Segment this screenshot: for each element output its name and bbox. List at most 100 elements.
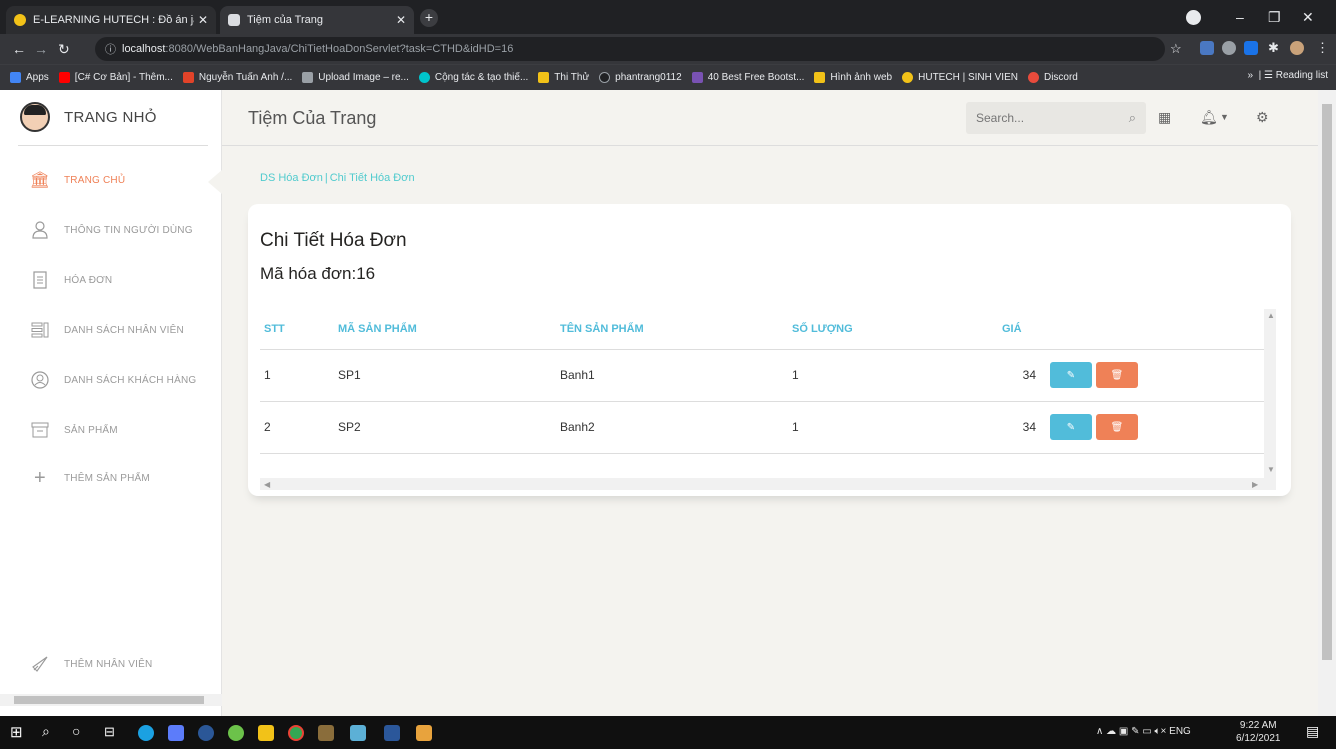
chrome-icon[interactable] (288, 725, 304, 741)
window-close-icon[interactable]: ✕ (1302, 0, 1314, 34)
browser-tab-tiem-cua-trang[interactable]: Tiệm của Trang ✕ (220, 6, 414, 34)
search-icon[interactable]: ⌕ (1129, 110, 1136, 126)
pen-icon[interactable]: ✎ (1131, 726, 1139, 737)
gear-icon[interactable]: ⚙︎ (1256, 109, 1269, 126)
scrollbar-thumb[interactable] (1322, 104, 1332, 660)
bookmark-item[interactable]: phantrang0112 (599, 72, 682, 83)
bookmark-item[interactable]: Nguyễn Tuấn Anh /... (182, 72, 292, 83)
camera-extension-icon[interactable] (1222, 41, 1236, 55)
edge-icon[interactable] (138, 725, 154, 741)
delete-button[interactable]: 🗑︎ (1096, 362, 1138, 388)
onedrive-icon[interactable]: ☁ (1106, 726, 1116, 737)
sidebar-item-thong-tin-nguoi-dung[interactable]: THÔNG TIN NGƯỜI DÙNG (30, 220, 193, 240)
close-icon[interactable]: ✕ (396, 13, 406, 27)
scroll-down-icon[interactable]: ▼ (1267, 465, 1275, 474)
bookmark-item[interactable]: HUTECH | SINH VIEN (902, 72, 1018, 83)
bookmark-star-icon[interactable]: ☆ (1170, 40, 1182, 58)
edit-button[interactable]: ✎ (1050, 362, 1092, 388)
reading-list-button[interactable]: » | ☰ Reading list (1247, 70, 1328, 81)
forward-icon[interactable]: → (34, 40, 48, 58)
search-box[interactable]: ⌕ (966, 102, 1146, 134)
plus-icon: + (34, 466, 46, 489)
puzzle-extensions-icon[interactable]: ✱ (1268, 41, 1282, 55)
scroll-left-icon[interactable]: ◀ (264, 480, 270, 489)
bookmark-item[interactable]: [C# Cơ Bản] - Thêm... (58, 72, 173, 83)
clock[interactable]: 9:22 AM 6/12/2021 (1236, 719, 1281, 745)
rocket-icon (30, 654, 50, 674)
battery-icon[interactable]: ▭ (1142, 726, 1151, 737)
sidebar-item-them-san-pham[interactable]: + THÊM SẢN PHẨM (30, 466, 150, 489)
sidebar-item-san-pham[interactable]: SẢN PHẨM (30, 420, 118, 440)
windows-start-icon[interactable]: ⊞ (10, 723, 26, 741)
caret-down-icon[interactable]: ▼ (1220, 112, 1229, 122)
search-icon[interactable]: ⌕ (42, 723, 58, 739)
scroll-up-icon[interactable]: ▲ (1267, 311, 1275, 320)
bookmark-apps[interactable]: Apps (10, 72, 49, 83)
restore-icon[interactable]: ❐ (1268, 0, 1281, 34)
app-icon[interactable] (198, 725, 214, 741)
scrollbar-thumb[interactable] (14, 696, 204, 704)
page-vertical-scrollbar[interactable] (1318, 90, 1336, 716)
delete-button[interactable]: 🗑︎ (1096, 414, 1138, 440)
bootstrap-icon (691, 72, 703, 83)
bookmark-item[interactable]: Discord (1027, 72, 1078, 83)
language-indicator[interactable]: ENG (1169, 726, 1191, 737)
minimize-icon[interactable]: – (1236, 0, 1244, 34)
profile-icon[interactable] (1186, 10, 1201, 25)
upload-icon (302, 72, 314, 83)
scroll-right-icon[interactable]: ▶ (1252, 480, 1258, 489)
task-view-icon[interactable]: ⊟ (104, 724, 120, 740)
table-vertical-scrollbar[interactable]: ▲ ▼ (1264, 309, 1276, 478)
breadcrumb-link-ds-hoa-don[interactable]: DS Hóa Đơn (260, 172, 323, 184)
back-icon[interactable]: ← (12, 40, 26, 58)
new-tab-button[interactable]: + (420, 9, 438, 27)
sidebar-item-danh-sach-khach-hang[interactable]: DANH SÁCH KHÁCH HÀNG (30, 370, 196, 390)
sidebar-item-danh-sach-nhan-vien[interactable]: DANH SÁCH NHÂN VIÊN (30, 320, 184, 340)
extension-icon[interactable] (1244, 41, 1258, 55)
table-row: 2 SP2 Banh2 1 34 ✎ 🗑︎ (260, 401, 1264, 454)
display-icon[interactable]: ▣ (1119, 726, 1128, 737)
browser-menu-icon[interactable]: ⋮ (1316, 41, 1330, 55)
app-icon[interactable] (416, 725, 432, 741)
search-input[interactable] (976, 111, 1106, 125)
snipping-tool-icon[interactable] (350, 725, 366, 741)
reload-icon[interactable]: ↻ (58, 40, 70, 58)
chevron-up-icon[interactable]: ∧ (1096, 726, 1103, 737)
sidebar-item-hoa-don[interactable]: HÓA ĐƠN (30, 270, 112, 290)
card-title: Chi Tiết Hóa Đơn (260, 230, 407, 251)
sidebar-item-them-nhan-vien[interactable]: THÊM NHÂN VIÊN (30, 654, 152, 674)
bookmark-item[interactable]: Thi Thử (538, 72, 589, 83)
extension-icon[interactable] (1200, 41, 1214, 55)
bookmark-item[interactable]: 40 Best Free Bootst... (691, 72, 804, 83)
bookmark-item[interactable]: Cộng tác & tạo thiế... (418, 72, 528, 83)
app-icon[interactable] (168, 725, 184, 741)
breadcrumb-current[interactable]: Chi Tiết Hóa Đơn (330, 172, 415, 184)
sidebar-item-label: THÊM NHÂN VIÊN (64, 658, 153, 670)
cortana-icon[interactable]: ○ (72, 723, 88, 739)
close-icon[interactable]: ✕ (198, 13, 208, 27)
site-info-icon[interactable]: ⓘ (105, 41, 116, 57)
file-explorer-icon[interactable] (258, 725, 274, 741)
address-bar-row: ← → ↻ ⓘ localhost :8080/WebBanHangJava/C… (0, 34, 1336, 64)
notifications-icon[interactable]: ▤ (1306, 723, 1322, 739)
url-field[interactable]: ⓘ localhost :8080/WebBanHangJava/ChiTiet… (95, 37, 1165, 61)
bank-icon: 🏛︎ (29, 172, 51, 189)
edit-button[interactable]: ✎ (1050, 414, 1092, 440)
sidebar-item-trang-chu[interactable]: 🏛︎ TRANG CHỦ (30, 170, 125, 190)
github-icon (599, 72, 611, 83)
bell-icon[interactable]: 🔔︎ (1200, 109, 1218, 126)
bookmark-item[interactable]: Upload Image – re... (302, 72, 409, 83)
account-avatar-icon[interactable] (1290, 41, 1304, 55)
app-icon[interactable] (318, 725, 334, 741)
sidebar-horizontal-scrollbar[interactable] (0, 694, 222, 706)
table-horizontal-scrollbar[interactable]: ◀ ▶ (260, 478, 1276, 490)
brand[interactable]: TRANG NHỎ (20, 102, 157, 132)
hutech-favicon-icon (14, 14, 26, 26)
grid-icon[interactable]: ▦ (1158, 109, 1171, 126)
browser-tab-elearning[interactable]: E-LEARNING HUTECH : Đồ án java ✕ (6, 6, 216, 34)
bookmark-item[interactable]: Hình ảnh web (814, 72, 892, 83)
breadcrumb-separator: | (324, 172, 328, 184)
word-icon[interactable] (384, 725, 400, 741)
volume-muted-icon[interactable]: 🔈︎× (1155, 726, 1167, 737)
app-icon[interactable] (228, 725, 244, 741)
